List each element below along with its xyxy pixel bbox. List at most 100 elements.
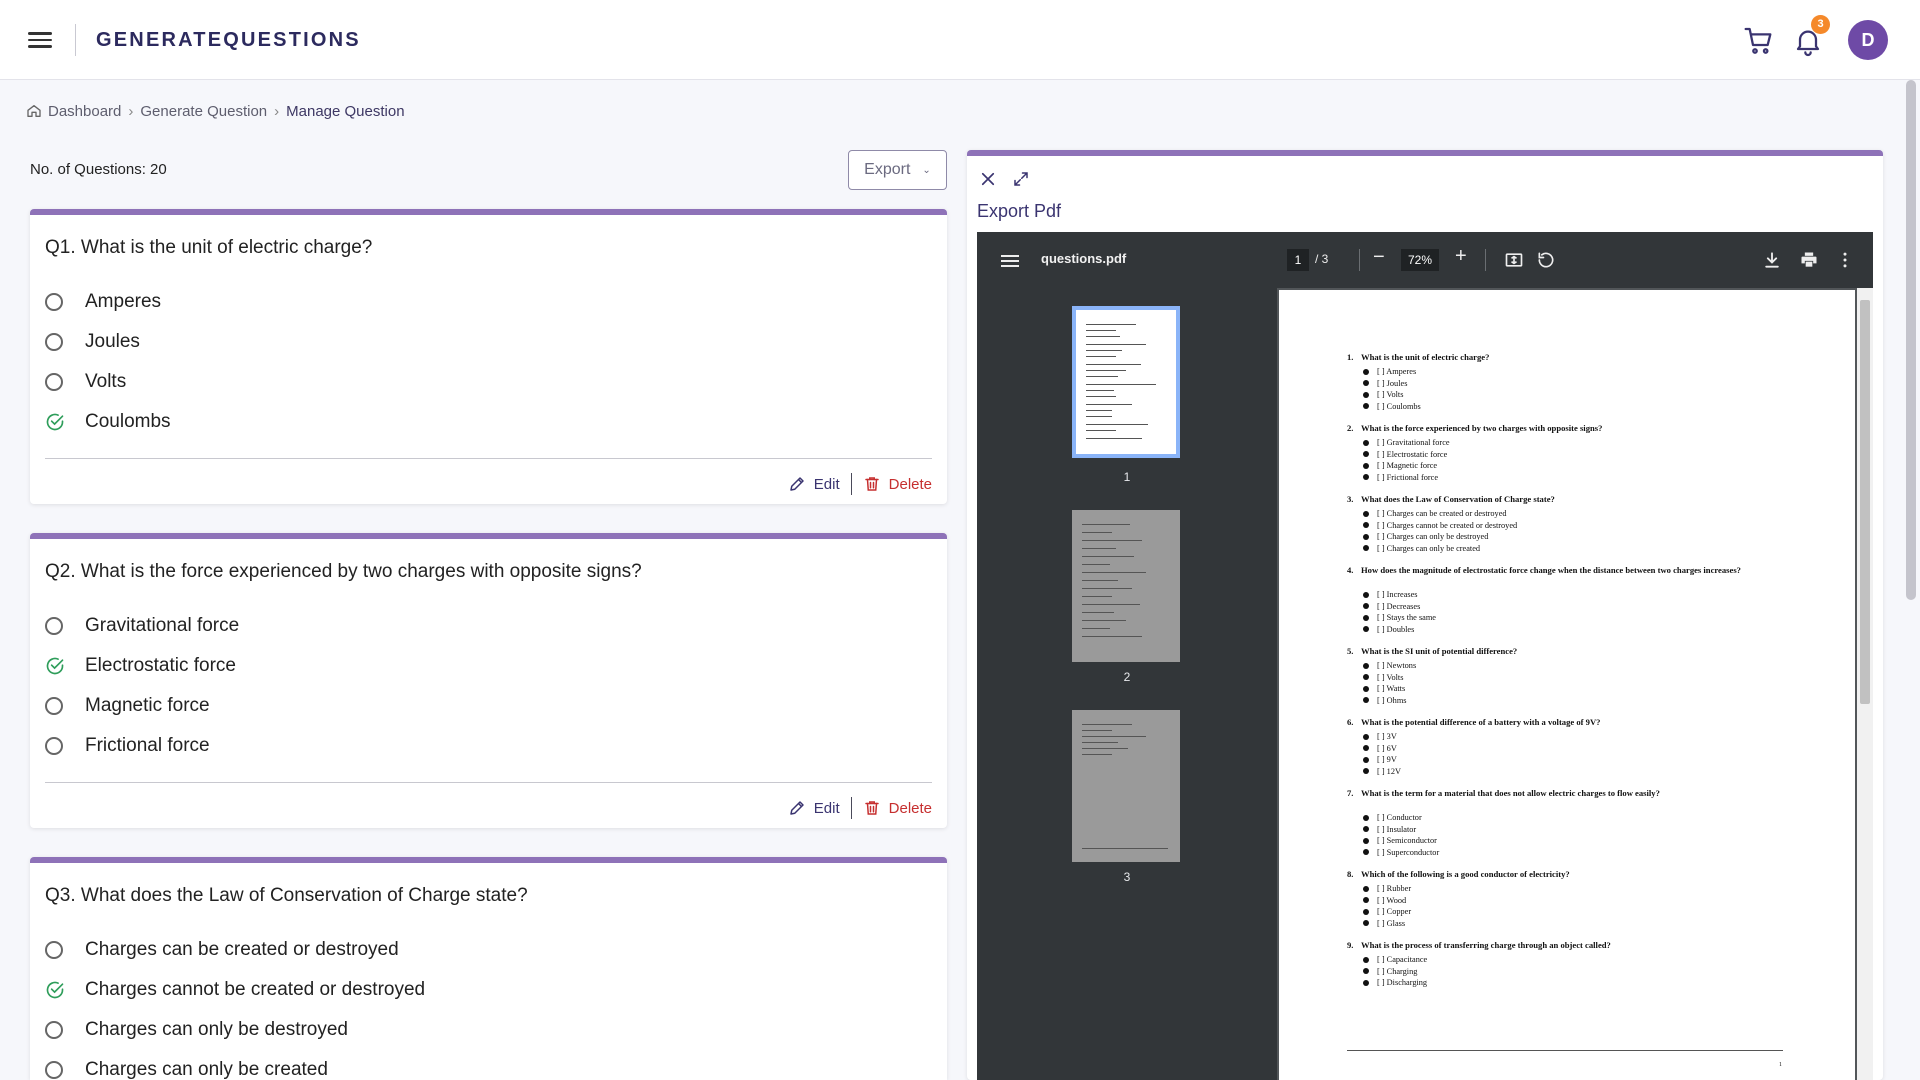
radio-icon[interactable]	[45, 1021, 63, 1039]
answer-option[interactable]: Volts	[45, 369, 126, 395]
radio-icon[interactable]	[45, 293, 63, 311]
radio-icon[interactable]	[45, 373, 63, 391]
pdf-question-number: 6.	[1347, 717, 1354, 727]
toolbar-divider	[1359, 249, 1360, 271]
brand-logo-text[interactable]: GENERATEQUESTIONS	[96, 29, 361, 52]
page-thumbnail-1[interactable]	[1072, 306, 1180, 458]
bullet-icon	[1363, 451, 1369, 458]
chevron-down-icon: ⌄	[922, 164, 931, 176]
pencil-icon	[790, 477, 804, 491]
thumbnail-label: 2	[1123, 670, 1131, 684]
toolbar-divider	[1485, 249, 1486, 271]
pencil-icon	[790, 801, 804, 815]
page-number-input[interactable]: 1	[1287, 249, 1309, 271]
pdf-page: 1. What is the unit of electric charge? [ …	[1279, 290, 1855, 1080]
pdf-option: [ ] Watts	[1363, 683, 1405, 695]
pdf-question: 1. What is the unit of electric charge?	[1347, 352, 1767, 363]
pdf-question: 7. What is the term for a material that d…	[1347, 788, 1767, 799]
question-title: Q3. What does the Law of Conservation of…	[45, 885, 528, 906]
pdf-option: [ ] 3V	[1363, 731, 1397, 743]
answer-option-correct[interactable]: Charges cannot be created or destroyed	[45, 977, 425, 1003]
bullet-icon	[1363, 510, 1369, 517]
bullet-icon	[1363, 768, 1369, 775]
pdf-option: [ ] Ohms	[1363, 695, 1407, 707]
pdf-option-text: [ ] Watts	[1377, 684, 1406, 693]
edit-label: Edit	[813, 475, 840, 493]
answer-option-correct[interactable]: Coulombs	[45, 409, 171, 435]
expand-icon[interactable]	[1012, 170, 1030, 188]
pdf-question-text: What does the Law of Conservation of Cha…	[1361, 494, 1555, 504]
breadcrumb-dashboard[interactable]: Dashboard	[48, 103, 121, 120]
answer-option[interactable]: Gravitational force	[45, 613, 239, 639]
answer-option[interactable]: Amperes	[45, 289, 161, 315]
zoom-input[interactable]: 72%	[1401, 249, 1439, 271]
bullet-icon	[1363, 614, 1369, 621]
radio-icon[interactable]	[45, 617, 63, 635]
pdf-option-text: [ ] Charging	[1377, 966, 1418, 976]
answer-option[interactable]: Charges can only be created	[45, 1057, 328, 1080]
delete-button[interactable]: Delete	[863, 475, 932, 493]
pdf-option-text: [ ] Insulator	[1377, 824, 1417, 834]
bullet-icon	[1363, 533, 1369, 540]
answer-option[interactable]: Joules	[45, 329, 140, 355]
edit-button[interactable]: Edit	[788, 475, 840, 493]
hamburger-menu-icon[interactable]	[26, 28, 54, 52]
delete-button[interactable]: Delete	[863, 799, 932, 817]
export-dropdown-button[interactable]: Export ⌄	[848, 150, 947, 190]
breadcrumb-separator-icon: ›	[128, 102, 134, 120]
edit-button[interactable]: Edit	[788, 799, 840, 817]
radio-icon[interactable]	[45, 1061, 63, 1079]
pdf-option-text: [ ] Rubber	[1377, 884, 1412, 893]
pdf-option: [ ] Rubber	[1363, 883, 1411, 895]
answer-option[interactable]: Magnetic force	[45, 693, 210, 719]
pdf-option-text: [ ] Charges can only be created	[1377, 543, 1481, 553]
option-label: Charges cannot be created or destroyed	[85, 979, 426, 1000]
edit-label: Edit	[813, 799, 840, 817]
page-scrollbar[interactable]	[1906, 80, 1916, 1080]
radio-icon[interactable]	[45, 333, 63, 351]
rotate-icon[interactable]	[1536, 250, 1556, 270]
bullet-icon	[1363, 591, 1369, 598]
sidebar-toggle-icon[interactable]	[1001, 252, 1019, 268]
pdf-option-text: [ ] Volts	[1377, 672, 1404, 682]
pdf-option-text: [ ] Conductor	[1377, 813, 1422, 822]
pdf-question-number: 9.	[1347, 940, 1354, 950]
pdf-filename: questions.pdf	[1041, 251, 1127, 266]
radio-icon[interactable]	[45, 697, 63, 715]
question-title: Q2. What is the force experienced by two…	[45, 561, 642, 582]
pdf-option: [ ] Conductor	[1363, 812, 1422, 824]
pdf-page-area: 1. What is the unit of electric charge? [ …	[1277, 288, 1873, 1080]
home-icon	[27, 105, 41, 117]
questions-count: No. of Questions: 20	[30, 161, 167, 178]
answer-option[interactable]: Frictional force	[45, 733, 210, 759]
fit-page-icon[interactable]	[1504, 250, 1524, 270]
print-icon[interactable]	[1799, 250, 1819, 270]
pdf-option-text: [ ] Discharging	[1377, 978, 1428, 987]
radio-icon[interactable]	[45, 941, 63, 959]
download-icon[interactable]	[1762, 250, 1782, 270]
pdf-scrollbar-handle[interactable]	[1860, 300, 1870, 704]
pdf-option: [ ] Electrostatic force	[1363, 449, 1447, 461]
pdf-option-text: [ ] Superconductor	[1377, 847, 1440, 857]
close-icon[interactable]	[979, 170, 997, 188]
radio-icon[interactable]	[45, 737, 63, 755]
breadcrumb-generate-question[interactable]: Generate Question	[140, 103, 267, 120]
more-vertical-icon[interactable]	[1835, 250, 1855, 270]
bullet-icon	[1363, 662, 1369, 669]
pdf-option-text: [ ] Frictional force	[1377, 472, 1439, 482]
zoom-out-icon[interactable]: −	[1373, 246, 1385, 269]
pdf-option-text: [ ] Gravitational force	[1377, 438, 1450, 447]
answer-option[interactable]: Charges can be created or destroyed	[45, 937, 399, 963]
bullet-icon	[1363, 474, 1369, 481]
pdf-scrollbar[interactable]	[1857, 288, 1873, 1080]
answer-option[interactable]: Charges can only be destroyed	[45, 1017, 348, 1043]
zoom-in-icon[interactable]: +	[1455, 245, 1467, 268]
page-thumbnail-3[interactable]	[1072, 710, 1180, 862]
answer-option-correct[interactable]: Electrostatic force	[45, 653, 236, 679]
pdf-option: [ ] Glass	[1363, 918, 1405, 930]
user-avatar[interactable]: D	[1848, 20, 1888, 60]
page-scrollbar-handle[interactable]	[1906, 80, 1916, 600]
page-thumbnail-2[interactable]	[1072, 510, 1180, 662]
cart-icon[interactable]	[1743, 25, 1775, 57]
pdf-option-text: [ ] 3V	[1377, 732, 1397, 741]
